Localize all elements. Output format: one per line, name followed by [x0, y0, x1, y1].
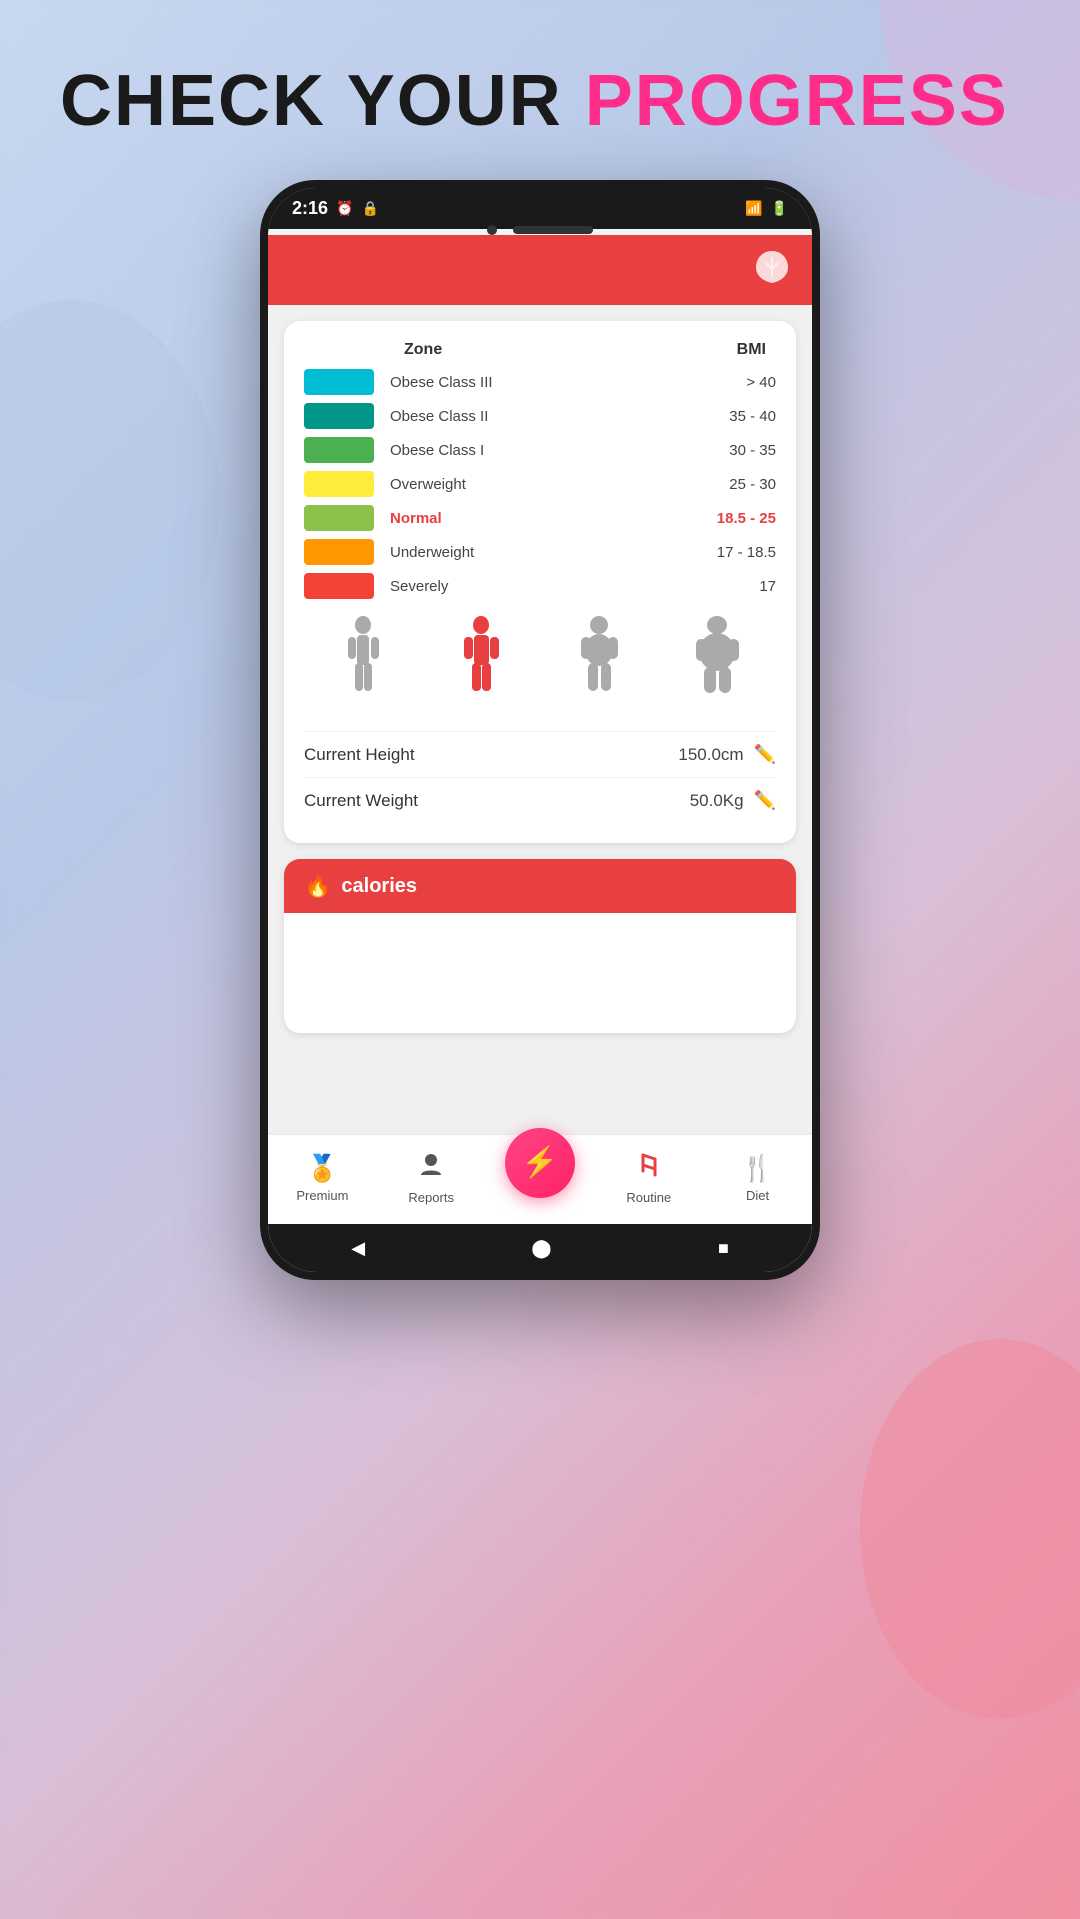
calories-title: calories: [341, 875, 417, 898]
title-highlight: PROGRESS: [585, 61, 1009, 141]
premium-label: Premium: [296, 1188, 348, 1203]
phone-screen: 2:16 ⏰ 🔒 📶 🔋: [268, 188, 812, 1272]
bmi-zone-obese1: Obese Class I: [390, 442, 706, 459]
bmi-zone-severely: Severely: [390, 578, 706, 595]
bmi-zone-obese2: Obese Class II: [390, 408, 706, 425]
edit-weight-icon[interactable]: ✏️: [754, 790, 776, 811]
notch-speaker: [513, 226, 593, 234]
fire-icon: 🔥: [304, 873, 331, 899]
bmi-table-header: Zone BMI: [304, 341, 776, 359]
bmi-val-overweight: 25 - 30: [706, 476, 776, 493]
nav-fab[interactable]: ⚡: [505, 1128, 575, 1198]
bmi-row-underweight: Underweight 17 - 18.5: [304, 539, 776, 565]
back-button[interactable]: ◀: [351, 1238, 365, 1259]
phone-frame: 2:16 ⏰ 🔒 📶 🔋: [260, 180, 820, 1280]
bmi-row-obese1: Obese Class I 30 - 35: [304, 437, 776, 463]
premium-icon: 🏅: [306, 1153, 338, 1184]
diet-icon: 🍴: [741, 1153, 773, 1184]
bmi-color-underweight: [304, 539, 374, 565]
android-nav: ◀ ⬤ ■: [268, 1224, 812, 1272]
bg-decoration-right: [860, 1339, 1080, 1719]
diet-label: Diet: [746, 1188, 769, 1203]
app-content: Zone BMI Obese Class III > 40 Obese Clas…: [268, 305, 812, 1134]
height-label: Current Height: [304, 745, 415, 765]
bmi-val-normal: 18.5 - 25: [706, 510, 776, 527]
recent-button[interactable]: ■: [718, 1238, 729, 1259]
bottom-nav: 🏅 Premium Reports ⚡: [268, 1134, 812, 1224]
weight-value-group: 50.0Kg ✏️: [690, 790, 776, 811]
bmi-val-obese1: 30 - 35: [706, 442, 776, 459]
battery-icon: 🔋: [771, 200, 788, 217]
lock-icon: 🔒: [361, 200, 378, 217]
weight-row: Current Weight 50.0Kg ✏️: [304, 777, 776, 823]
page-title: CHECK YOUR PROGRESS: [60, 60, 1009, 142]
bmi-color-normal: [304, 505, 374, 531]
bmi-row-obese3: Obese Class III > 40: [304, 369, 776, 395]
status-icons-right: 📶 🔋: [745, 200, 788, 217]
title-text: CHECK YOUR: [60, 61, 585, 141]
silhouette-normal: [454, 615, 509, 715]
notch-camera: [487, 225, 497, 235]
reports-label: Reports: [408, 1190, 454, 1205]
status-time: 2:16: [292, 198, 328, 219]
reports-icon: [417, 1151, 445, 1186]
signal-icon: 📶: [745, 200, 762, 217]
nav-diet[interactable]: 🍴 Diet: [703, 1153, 812, 1203]
calories-body: [284, 913, 796, 1033]
calories-header: 🔥 calories: [284, 859, 796, 913]
bmi-col-zone-header: Zone: [404, 341, 442, 359]
height-value-group: 150.0cm ✏️: [678, 744, 776, 765]
bmi-zone-overweight: Overweight: [390, 476, 706, 493]
height-row: Current Height 150.0cm ✏️: [304, 731, 776, 777]
bg-decoration-left: [0, 300, 220, 700]
bmi-row-normal: Normal 18.5 - 25: [304, 505, 776, 531]
bmi-color-obese1: [304, 437, 374, 463]
bmi-zone-obese3: Obese Class III: [390, 374, 706, 391]
routine-icon: [635, 1151, 663, 1186]
status-bar: 2:16 ⏰ 🔒 📶 🔋: [268, 188, 812, 229]
app-logo-icon: [752, 249, 792, 292]
nav-premium[interactable]: 🏅 Premium: [268, 1153, 377, 1203]
bmi-zone-underweight: Underweight: [390, 544, 706, 561]
weight-value: 50.0Kg: [690, 791, 744, 811]
notch: [268, 225, 812, 235]
bmi-row-obese2: Obese Class II 35 - 40: [304, 403, 776, 429]
bmi-val-underweight: 17 - 18.5: [706, 544, 776, 561]
bmi-val-obese3: > 40: [706, 374, 776, 391]
alarm-icon: ⏰: [336, 200, 353, 217]
bmi-zone-normal: Normal: [390, 510, 706, 527]
fab-lightning-icon: ⚡: [521, 1145, 558, 1180]
bmi-card: Zone BMI Obese Class III > 40 Obese Clas…: [284, 321, 796, 843]
bmi-val-obese2: 35 - 40: [706, 408, 776, 425]
weight-label: Current Weight: [304, 791, 418, 811]
bmi-col-bmi-header: BMI: [737, 341, 766, 359]
edit-height-icon[interactable]: ✏️: [754, 744, 776, 765]
bmi-color-overweight: [304, 471, 374, 497]
body-silhouettes: [304, 615, 776, 715]
home-button[interactable]: ⬤: [531, 1238, 551, 1259]
silhouette-overweight: [572, 615, 627, 715]
bmi-val-severely: 17: [706, 578, 776, 595]
bmi-row-severely: Severely 17: [304, 573, 776, 599]
height-value: 150.0cm: [678, 745, 743, 765]
bmi-row-overweight: Overweight 25 - 30: [304, 471, 776, 497]
silhouette-thin: [336, 615, 391, 715]
nav-routine[interactable]: Routine: [594, 1151, 703, 1205]
bmi-color-obese3: [304, 369, 374, 395]
calories-card: 🔥 calories: [284, 859, 796, 1033]
bmi-color-severely: [304, 573, 374, 599]
routine-label: Routine: [626, 1190, 671, 1205]
app-header: [268, 235, 812, 305]
nav-reports[interactable]: Reports: [377, 1151, 486, 1205]
bmi-color-obese2: [304, 403, 374, 429]
silhouette-obese: [690, 615, 745, 715]
